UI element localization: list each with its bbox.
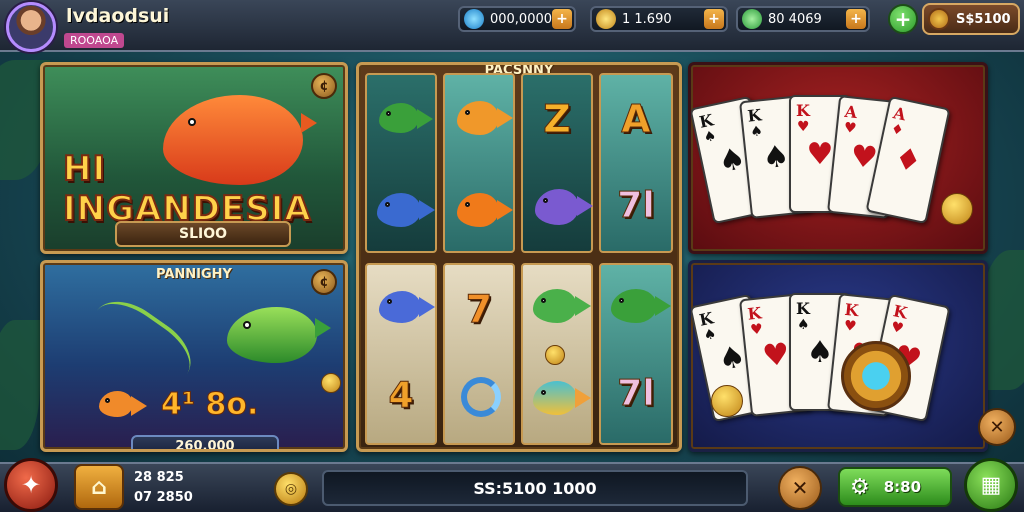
- orange-fish-symbol: [457, 193, 513, 227]
- purple-fish-symbol: [535, 189, 593, 225]
- green-coin-amount: 80 4069: [768, 11, 822, 27]
- medallion-icon: [841, 341, 911, 411]
- player-name: lvdaodsui: [66, 5, 170, 27]
- slot-symbol: 7: [465, 287, 493, 332]
- balance-amount: S$5100: [956, 11, 1011, 27]
- jungle-leaf-decoration: [0, 320, 40, 450]
- card-suit-icon: ♠: [797, 317, 810, 333]
- stat-top: 28 825: [134, 470, 184, 485]
- slot-reel: 4: [365, 263, 437, 445]
- slot-reel: 7l: [599, 263, 673, 445]
- green-fish-symbol: [533, 289, 591, 323]
- green-fish-illustration: [227, 307, 331, 363]
- stat-bottom: 07 2850: [134, 490, 193, 505]
- coin-bet-icon[interactable]: ◎: [274, 472, 308, 506]
- close-icon[interactable]: ✕: [978, 408, 1016, 446]
- info-icon[interactable]: ¢: [311, 269, 337, 295]
- fishing-game-tile[interactable]: PANNIGHY ¢ 4¹ 8o. 260,000: [40, 260, 348, 452]
- jackpot-value: 260,000: [131, 435, 279, 449]
- jackpot-value: SLIOO: [115, 221, 291, 247]
- add-funds-button[interactable]: +: [888, 4, 918, 34]
- cancel-icon[interactable]: ✕: [778, 466, 822, 510]
- gold-amount: 1 1.690: [622, 11, 672, 27]
- add-gems-button[interactable]: +: [552, 9, 572, 29]
- gear-icon: ⚙: [850, 474, 870, 500]
- map-icon[interactable]: ▦: [964, 458, 1018, 512]
- card-suit-icon: ♥: [889, 318, 906, 338]
- card-rank: K: [796, 101, 810, 120]
- player-level-badge: ROOAOA: [64, 33, 125, 48]
- slot-machine-tile[interactable]: PACSNNY Z A 7l 4 7 7l: [356, 62, 682, 452]
- slot-symbol: 7l: [617, 185, 655, 227]
- green-coin-icon: [742, 9, 762, 29]
- card-suit-icon: ♠: [702, 127, 718, 147]
- card-game-tile-red[interactable]: K ♠ ♠ K ♠ ♠ K ♥ ♥ A ♥ ♥ A ♦ ♦: [688, 62, 988, 254]
- card-suit-icon: ♥: [797, 119, 810, 135]
- green-coin-counter: 80 4069 +: [736, 6, 870, 32]
- gold-coin-icon: [596, 9, 616, 29]
- balance-coin-icon: [928, 8, 950, 30]
- slot-symbol: 7l: [617, 373, 655, 415]
- coin-icon: [711, 385, 743, 417]
- game-title: PANNIGHY: [156, 267, 232, 282]
- tropical-fish-symbol: [533, 381, 591, 415]
- confirm-button[interactable]: ⚙ 8:80: [838, 467, 952, 507]
- gem-counter: 000,0000 +: [458, 6, 576, 32]
- coin-icon: [545, 345, 565, 365]
- slot-reel: [521, 263, 593, 445]
- balance-display[interactable]: S$5100: [922, 3, 1020, 35]
- game-title: HI INGANDESIA: [62, 148, 312, 230]
- home-icon[interactable]: ⌂: [74, 464, 124, 510]
- card-suit-icon: ♥: [843, 317, 858, 336]
- blue-fish-symbol: [377, 193, 435, 227]
- card-suit-icon: ♠: [702, 325, 718, 345]
- bonus-multiplier: 4¹ 8o.: [160, 387, 259, 423]
- gem-icon: [464, 9, 484, 29]
- slot-reel: A 7l: [599, 73, 673, 253]
- green-fish-symbol: [611, 289, 671, 323]
- slot-symbol: A: [621, 97, 651, 142]
- gold-counter: 1 1.690 +: [590, 6, 728, 32]
- orange-fish-symbol: [457, 101, 513, 135]
- coin-icon: [321, 373, 341, 393]
- confirm-value: 8:80: [883, 478, 922, 496]
- player-avatar[interactable]: [6, 2, 56, 52]
- card-suit-icon: ♥: [843, 119, 858, 138]
- runner-icon[interactable]: ✦: [4, 458, 58, 512]
- card-suit-icon: ♦: [889, 120, 906, 140]
- slot-reel: [365, 73, 437, 253]
- orange-fish-illustration: [99, 391, 147, 417]
- gem-amount: 000,0000: [489, 11, 553, 27]
- add-green-coins-button[interactable]: +: [846, 9, 866, 29]
- slot-symbol: 4: [388, 375, 414, 417]
- slot-reel: 7: [443, 263, 515, 445]
- blue-fish-symbol: [379, 291, 435, 323]
- card-game-tile-blue[interactable]: K♠♠K♥♥K♠♠K♥♥K♥♥: [688, 260, 988, 452]
- slot-reel: Z: [521, 73, 593, 253]
- add-gold-button[interactable]: +: [704, 9, 724, 29]
- green-fish-symbol: [379, 103, 433, 133]
- card-suit-icon: ♠: [749, 123, 764, 141]
- bet-amount-display[interactable]: SS:5100 1000: [322, 470, 748, 506]
- info-icon[interactable]: ¢: [311, 73, 337, 99]
- swirl-symbol: [461, 377, 501, 417]
- top-bar: lvdaodsui ROOAOA 000,0000 + 1 1.690 + 80…: [0, 0, 1024, 52]
- card-suit-icon: ♥: [749, 321, 764, 339]
- slot-reel: [443, 73, 515, 253]
- fish-hunt-game-tile[interactable]: HI INGANDESIA ¢ SLIOO: [40, 62, 348, 254]
- coin-icon: [941, 193, 973, 225]
- card-center-suit-icon: ♦: [891, 140, 925, 181]
- slot-symbol: Z: [543, 97, 572, 142]
- card-rank: K: [796, 299, 810, 318]
